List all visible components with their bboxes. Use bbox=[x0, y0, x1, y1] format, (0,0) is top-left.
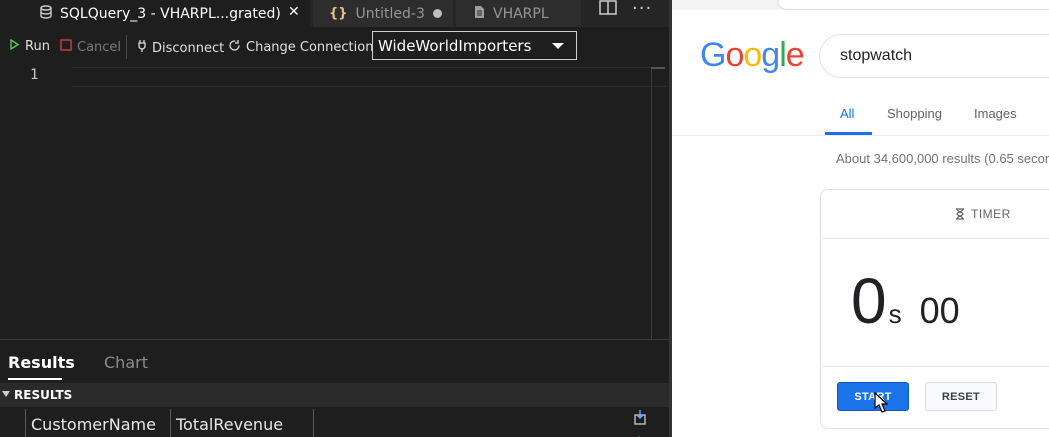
plug-icon bbox=[137, 39, 147, 57]
results-section-label: RESULTS bbox=[14, 388, 73, 402]
tab-images[interactable]: Images bbox=[974, 106, 1017, 121]
save-results-icon[interactable] bbox=[632, 409, 648, 425]
tab-untitled-3[interactable]: {} Untitled-3 bbox=[313, 0, 453, 27]
result-stats: About 34,600,000 results (0.65 secor bbox=[836, 151, 1049, 166]
column-header-totalrevenue[interactable]: TotalRevenue bbox=[170, 409, 314, 437]
stopwatch-display: 0s 00 bbox=[851, 264, 960, 338]
logo-letter: g bbox=[761, 36, 780, 74]
cancel-label: Cancel bbox=[77, 39, 122, 55]
card-divider bbox=[821, 238, 1049, 239]
seconds-unit: s bbox=[888, 299, 902, 329]
stop-icon bbox=[60, 39, 72, 55]
results-tab-bar: Results Chart bbox=[0, 339, 669, 383]
results-section-header[interactable]: RESULTS bbox=[0, 383, 669, 407]
close-icon[interactable]: ✕ bbox=[288, 4, 300, 20]
active-tab-underline bbox=[8, 378, 62, 380]
editor-tab-bar: SQLQuery_3 - VHARPL...grated) ✕ {} Untit… bbox=[0, 0, 669, 27]
disconnect-label: Disconnect bbox=[152, 40, 225, 56]
reset-button[interactable]: RESET bbox=[925, 382, 997, 411]
json-braces-icon: {} bbox=[329, 6, 348, 21]
toolbar-divider bbox=[126, 35, 127, 59]
run-button[interactable]: Run bbox=[10, 38, 50, 54]
column-header-customername[interactable]: CustomerName bbox=[25, 409, 170, 437]
tab-timer[interactable]: TIMER bbox=[955, 207, 1011, 221]
browser-toolbar bbox=[672, 0, 1049, 10]
tab-shopping[interactable]: Shopping bbox=[887, 106, 942, 121]
search-query-text: stopwatch bbox=[840, 47, 913, 64]
tab-label: VHARPL bbox=[493, 5, 549, 22]
unsaved-dot-icon[interactable] bbox=[433, 9, 442, 18]
code-editor[interactable]: 1 bbox=[0, 67, 669, 339]
search-input[interactable]: stopwatch bbox=[819, 34, 1049, 78]
play-icon bbox=[10, 38, 20, 54]
logo-letter: o bbox=[743, 36, 762, 74]
address-bar[interactable] bbox=[777, 0, 1049, 10]
database-select-value: WideWorldImporters bbox=[378, 36, 532, 55]
disconnect-button[interactable]: Disconnect bbox=[137, 39, 224, 57]
refresh-icon bbox=[228, 39, 241, 56]
card-divider bbox=[821, 366, 1049, 367]
start-button[interactable]: START bbox=[837, 382, 909, 411]
tab-sqlquery-3[interactable]: SQLQuery_3 - VHARPL...grated) ✕ bbox=[0, 0, 310, 27]
results-grid-header: CustomerName TotalRevenue bbox=[0, 407, 669, 437]
google-logo[interactable]: Google bbox=[700, 36, 805, 75]
timer-tab-label: TIMER bbox=[971, 207, 1011, 221]
tab-vharpl[interactable]: VHARPL bbox=[456, 0, 581, 27]
line-number: 1 bbox=[30, 67, 39, 83]
database-icon bbox=[40, 4, 52, 23]
logo-letter: e bbox=[785, 36, 805, 74]
collapse-caret-icon[interactable] bbox=[2, 391, 10, 397]
query-toolbar: Run Cancel Disconnect Change Connection … bbox=[0, 27, 669, 67]
chevron-down-icon bbox=[552, 43, 564, 49]
nav-divider bbox=[672, 135, 1049, 136]
mouse-pointer-icon bbox=[874, 391, 889, 414]
cancel-button[interactable]: Cancel bbox=[60, 39, 121, 55]
logo-letter: o bbox=[725, 36, 744, 74]
sql-editor-pane: SQLQuery_3 - VHARPL...grated) ✕ {} Untit… bbox=[0, 0, 669, 437]
tab-results[interactable]: Results bbox=[8, 353, 75, 372]
current-line-highlight bbox=[72, 67, 666, 87]
hourglass-icon bbox=[955, 208, 965, 220]
tab-label: Untitled-3 bbox=[355, 5, 425, 22]
seconds-value: 0 bbox=[851, 265, 887, 337]
change-connection-button[interactable]: Change Connection bbox=[228, 39, 373, 56]
tab-label: SQLQuery_3 - VHARPL...grated) bbox=[60, 5, 281, 22]
scrollbar-thumb[interactable] bbox=[651, 67, 665, 69]
editor-scrollbar[interactable] bbox=[651, 67, 666, 339]
split-editor-icon[interactable] bbox=[598, 0, 620, 20]
logo-letter: G bbox=[700, 36, 726, 74]
database-select[interactable]: WideWorldImporters bbox=[372, 31, 577, 60]
stopwatch-card: TIMER 0s 00 START RESET bbox=[820, 189, 1049, 429]
file-icon bbox=[474, 5, 485, 23]
centiseconds-value: 00 bbox=[919, 290, 960, 331]
tab-all[interactable]: All bbox=[840, 106, 854, 121]
run-label: Run bbox=[25, 39, 50, 54]
export-results-icon[interactable] bbox=[632, 429, 648, 437]
change-connection-label: Change Connection bbox=[246, 40, 374, 55]
tab-chart[interactable]: Chart bbox=[104, 353, 148, 372]
browser-pane: Google stopwatch All Shopping Images Abo… bbox=[672, 0, 1049, 437]
more-actions-icon[interactable]: ··· bbox=[632, 0, 652, 19]
